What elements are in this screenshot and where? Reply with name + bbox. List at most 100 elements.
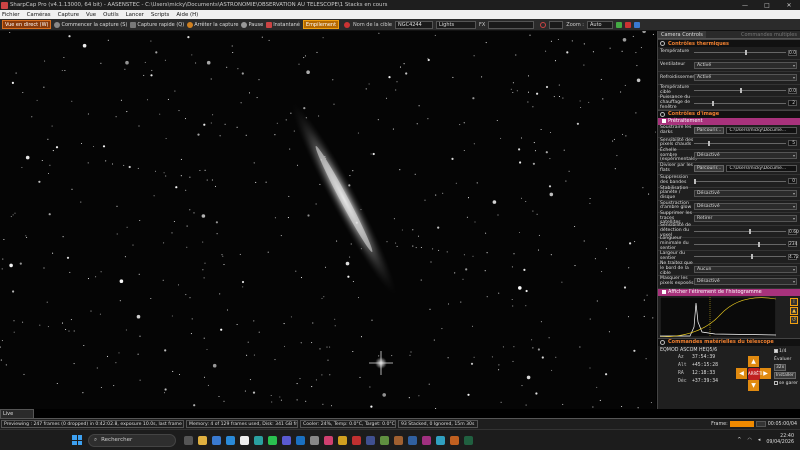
- maximize-button[interactable]: □: [756, 2, 778, 9]
- sat-trails-select[interactable]: Retirer: [694, 215, 797, 223]
- notion-icon[interactable]: [240, 435, 249, 445]
- slew-south-button[interactable]: ▼: [748, 379, 759, 391]
- menu-vue[interactable]: Vue: [86, 12, 96, 18]
- sensitivity-slider[interactable]: [694, 229, 786, 235]
- planetarium-icon[interactable]: [366, 435, 375, 445]
- menu-capture[interactable]: Capture: [58, 12, 79, 18]
- hot-pixel-value[interactable]: 5: [788, 140, 797, 147]
- folder-icon[interactable]: [198, 435, 207, 445]
- histogram-display[interactable]: i ▲ ↺: [658, 295, 800, 338]
- browse-dark-button[interactable]: Parcourir...: [694, 127, 725, 135]
- zoom-select[interactable]: Auto: [586, 20, 613, 29]
- minimize-button[interactable]: —: [734, 2, 756, 9]
- reset-icon[interactable]: ↺: [790, 315, 798, 324]
- max-width-slider[interactable]: [694, 254, 786, 260]
- app-icon-16[interactable]: [394, 435, 403, 445]
- app-icon-21[interactable]: [464, 435, 473, 445]
- fan-select[interactable]: Activé: [694, 61, 797, 69]
- flag-icon[interactable]: [615, 21, 622, 28]
- min-length-value[interactable]: 234: [788, 241, 797, 248]
- wifi-icon[interactable]: ◠: [747, 437, 751, 443]
- live-view-button[interactable]: Vue en direct (W): [2, 20, 52, 29]
- mask-select[interactable]: Désactivé: [694, 278, 797, 286]
- section-telescope[interactable]: Commandes matérielles du télescope: [658, 337, 800, 346]
- taskbar-search[interactable]: ⌕ Rechercher: [88, 433, 176, 447]
- pause-button[interactable]: Pause: [241, 21, 263, 28]
- whatsapp-icon[interactable]: [268, 435, 277, 445]
- heater-value[interactable]: 2: [788, 100, 797, 107]
- menu-scripts[interactable]: Scripts: [151, 12, 169, 18]
- banding-slider[interactable]: [694, 178, 786, 184]
- snapshot-button[interactable]: Instantané: [266, 21, 300, 28]
- temperature-slider[interactable]: [694, 50, 786, 56]
- stacking-button[interactable]: Empilement: [302, 20, 340, 29]
- dark-scale-select[interactable]: Désactivé: [694, 152, 797, 160]
- section-thermal[interactable]: Contrôles thermiques: [658, 39, 800, 47]
- teams-icon[interactable]: [282, 435, 291, 445]
- store-icon[interactable]: [212, 435, 221, 445]
- temperature-value[interactable]: 0.0: [788, 49, 797, 56]
- app-icon-20[interactable]: [450, 435, 459, 445]
- park-checkbox[interactable]: [774, 381, 778, 386]
- slew-west-button[interactable]: ◀: [736, 367, 747, 379]
- tab-camera-controls[interactable]: Camera Controls: [658, 31, 706, 38]
- sensitivity-value[interactable]: 0.60: [788, 228, 799, 235]
- app-icon-19[interactable]: [436, 435, 445, 445]
- taskview-icon[interactable]: [184, 435, 193, 445]
- info-icon[interactable]: i: [790, 297, 798, 306]
- live-stacking-tab[interactable]: Live Stacking: [0, 409, 34, 425]
- close-button[interactable]: ✕: [778, 2, 800, 9]
- target-temp-value[interactable]: 0.0: [788, 87, 797, 94]
- histogram-header[interactable]: Afficher l'étirement de l'histogramme: [658, 288, 800, 296]
- dark-path-field[interactable]: C:\Users\micky\Docume...: [726, 127, 797, 135]
- chevron-up-icon[interactable]: ^: [737, 437, 741, 443]
- max-width-value[interactable]: 4.72: [788, 253, 799, 260]
- reticle-icon[interactable]: [540, 21, 547, 28]
- amp-glow-select[interactable]: Désactivé: [694, 202, 797, 210]
- flat-path-field[interactable]: C:\Users\micky\Docume...: [726, 165, 797, 173]
- start-button[interactable]: [72, 435, 82, 445]
- frame-type-select[interactable]: Lights: [435, 20, 476, 29]
- target-temp-slider[interactable]: [694, 88, 786, 94]
- install-button[interactable]: Installer: [774, 371, 796, 379]
- tab-multi-controls[interactable]: Commandes multiples: [738, 31, 800, 38]
- mail-icon[interactable]: [226, 435, 235, 445]
- hot-pixel-slider[interactable]: [694, 140, 786, 146]
- stop-capture-button[interactable]: Arrêter la capture: [187, 21, 238, 28]
- target-name-input[interactable]: NGC4244: [394, 20, 433, 29]
- tracking-checkbox[interactable]: [774, 349, 778, 354]
- settings-icon[interactable]: [624, 21, 631, 28]
- capture-icon[interactable]: [310, 435, 319, 445]
- quick-capture-button[interactable]: Capture rapide (Q): [130, 21, 184, 28]
- preprocessing-header[interactable]: Prétraitement: [658, 117, 800, 125]
- frames-border-select[interactable]: Aucun: [694, 265, 797, 273]
- photos-icon[interactable]: [324, 435, 333, 445]
- speaker-icon[interactable]: ◂: [758, 437, 761, 443]
- reticle-select[interactable]: [549, 20, 564, 29]
- sharpcap-icon[interactable]: [352, 435, 361, 445]
- min-length-slider[interactable]: [694, 241, 786, 247]
- menu-fichier[interactable]: Fichier: [2, 12, 20, 18]
- image-viewport[interactable]: [0, 31, 656, 409]
- outlook-icon[interactable]: [296, 435, 305, 445]
- stretch-icon[interactable]: ▲: [790, 306, 798, 315]
- clock[interactable]: 22:40 09/04/2026: [766, 434, 794, 446]
- section-image[interactable]: Contrôles d'image: [658, 109, 800, 118]
- start-capture-button[interactable]: Commencer la capture (S): [54, 21, 127, 28]
- heater-slider[interactable]: [694, 100, 786, 106]
- app-icon-17[interactable]: [408, 435, 417, 445]
- stop-slew-button[interactable]: ARRÊTI: [748, 367, 762, 380]
- planet-stab-select[interactable]: Désactivé: [694, 190, 797, 198]
- banding-value[interactable]: 0: [788, 178, 797, 185]
- slew-north-button[interactable]: ▲: [748, 355, 759, 367]
- app-icon-15[interactable]: [380, 435, 389, 445]
- help-icon[interactable]: [633, 21, 640, 28]
- rate-select[interactable]: 32x: [774, 363, 787, 371]
- menu-cameras[interactable]: Caméras: [27, 12, 51, 18]
- cooling-select[interactable]: Activé: [694, 74, 797, 82]
- menu-outils[interactable]: Outils: [103, 12, 119, 18]
- menu-lancer[interactable]: Lancer: [126, 12, 144, 18]
- browse-flat-button[interactable]: Parcourir...: [694, 165, 725, 173]
- menu-aide[interactable]: Aide (H): [176, 12, 198, 18]
- chrome-icon[interactable]: [338, 435, 347, 445]
